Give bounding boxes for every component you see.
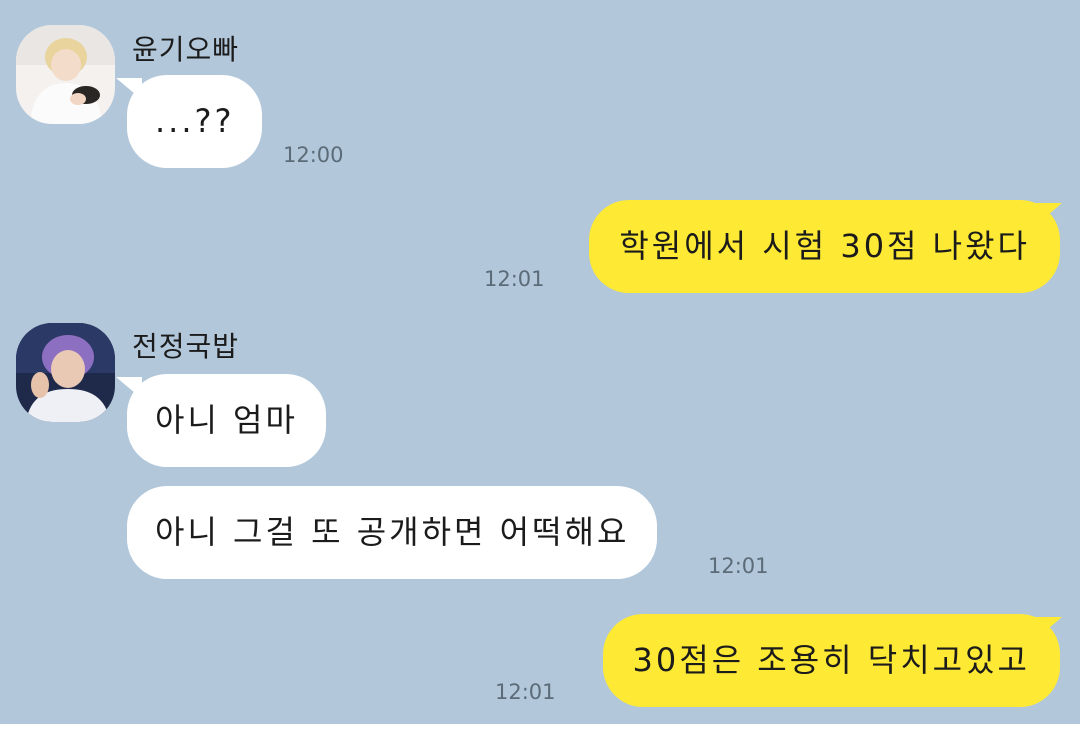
bottom-edge (0, 724, 1080, 729)
sender-name: 윤기오빠 (132, 33, 240, 66)
message-time: 12:00 (283, 143, 344, 167)
profile-photo-icon (16, 323, 115, 422)
message-bubble-incoming[interactable]: ...?? (127, 75, 263, 168)
message-bubble-incoming[interactable]: 아니 엄마 (127, 374, 326, 467)
message-time: 12:01 (495, 680, 556, 704)
avatar-yoongi[interactable] (16, 25, 115, 124)
message-time: 12:01 (708, 554, 769, 578)
message-bubble-incoming[interactable]: 아니 그걸 또 공개하면 어떡해요 (127, 486, 658, 579)
message-bubble-outgoing[interactable]: 학원에서 시험 30점 나왔다 (589, 200, 1060, 293)
message-bubble-outgoing[interactable]: 30점은 조용히 닥치고있고 (602, 614, 1060, 707)
sender-name: 전정국밥 (132, 330, 240, 363)
avatar-jungkook[interactable] (16, 323, 115, 422)
profile-photo-icon (16, 25, 115, 124)
message-time: 12:01 (484, 267, 545, 291)
